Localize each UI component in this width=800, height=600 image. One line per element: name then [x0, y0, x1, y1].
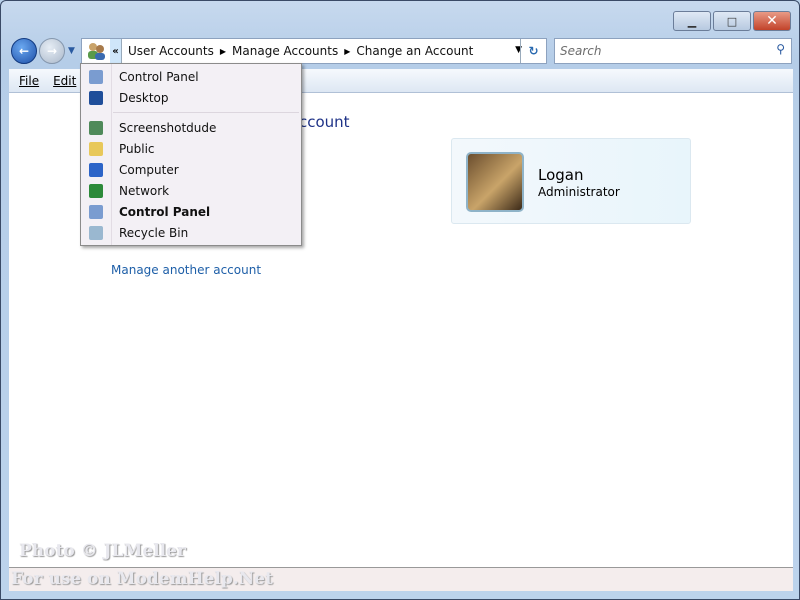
menu-item-label: Network	[119, 183, 170, 198]
menu-item-label: Control Panel	[119, 69, 199, 84]
maximize-button[interactable]: □	[713, 11, 751, 31]
breadcrumb-change-account[interactable]: Change an Account	[356, 44, 473, 58]
close-button[interactable]: ✕	[753, 11, 791, 31]
desktop-icon	[81, 90, 111, 105]
breadcrumb-separator-icon[interactable]: ▶	[220, 47, 226, 56]
search-input[interactable]: Search ⚲	[554, 38, 792, 64]
account-role: Administrator	[538, 185, 620, 199]
user-folder-icon	[81, 120, 111, 135]
minimize-button[interactable]: ▁	[673, 11, 711, 31]
watermark-line2: For use on ModemHelp.Net	[11, 569, 273, 589]
computer-icon	[81, 162, 111, 177]
hidden-locations-menu: Control Panel Desktop Screenshotdude Public…	[80, 63, 302, 246]
hidden-locations-chevron[interactable]: «	[110, 39, 122, 63]
menu-item-computer[interactable]: Computer	[81, 159, 301, 180]
menu-item-label: Control Panel	[119, 204, 211, 219]
manage-another-account-link[interactable]: Manage another account	[111, 263, 261, 277]
menu-item-label: Public	[119, 141, 155, 156]
status-bar: For use on ModemHelp.Net	[9, 567, 793, 591]
search-placeholder: Search	[560, 44, 602, 58]
back-button[interactable]: ←	[11, 38, 37, 64]
menu-item-desktop[interactable]: Desktop	[81, 87, 301, 108]
control-panel-icon	[81, 69, 111, 84]
breadcrumb-user-accounts[interactable]: User Accounts	[128, 44, 214, 58]
menu-item-label: Computer	[119, 162, 179, 177]
address-bar[interactable]: « User Accounts ▶ Manage Accounts ▶ Chan…	[81, 38, 547, 64]
folder-icon	[81, 141, 111, 156]
menu-file[interactable]: File	[19, 74, 39, 88]
watermark-line1: Photo © JLMeller	[19, 541, 186, 561]
menu-item-control-panel[interactable]: Control Panel	[81, 201, 301, 222]
refresh-button[interactable]: ↻	[520, 39, 546, 63]
account-name: Logan	[538, 166, 584, 184]
account-card[interactable]: Logan Administrator	[451, 138, 691, 224]
menu-item-user-folder[interactable]: Screenshotdude	[81, 117, 301, 138]
page-heading: ccount	[299, 113, 350, 131]
recent-pages-dropdown[interactable]: ▼	[68, 46, 75, 56]
forward-button[interactable]: →	[39, 38, 65, 64]
menu-item-control-panel[interactable]: Control Panel	[81, 66, 301, 87]
user-accounts-icon[interactable]	[82, 39, 110, 63]
control-panel-icon	[81, 204, 111, 219]
account-picture-chess	[466, 152, 524, 212]
menu-item-recycle-bin[interactable]: Recycle Bin	[81, 222, 301, 243]
menu-separator	[113, 112, 299, 113]
recycle-bin-icon	[81, 225, 111, 240]
menu-item-label: Screenshotdude	[119, 120, 217, 135]
search-icon[interactable]: ⚲	[776, 42, 785, 56]
network-icon	[81, 183, 111, 198]
breadcrumb-manage-accounts[interactable]: Manage Accounts	[232, 44, 338, 58]
menu-item-label: Desktop	[119, 90, 169, 105]
menu-item-label: Recycle Bin	[119, 225, 189, 240]
menu-item-network[interactable]: Network	[81, 180, 301, 201]
breadcrumb-separator-icon[interactable]: ▶	[344, 47, 350, 56]
menu-edit[interactable]: Edit	[53, 74, 76, 88]
menu-item-folder[interactable]: Public	[81, 138, 301, 159]
